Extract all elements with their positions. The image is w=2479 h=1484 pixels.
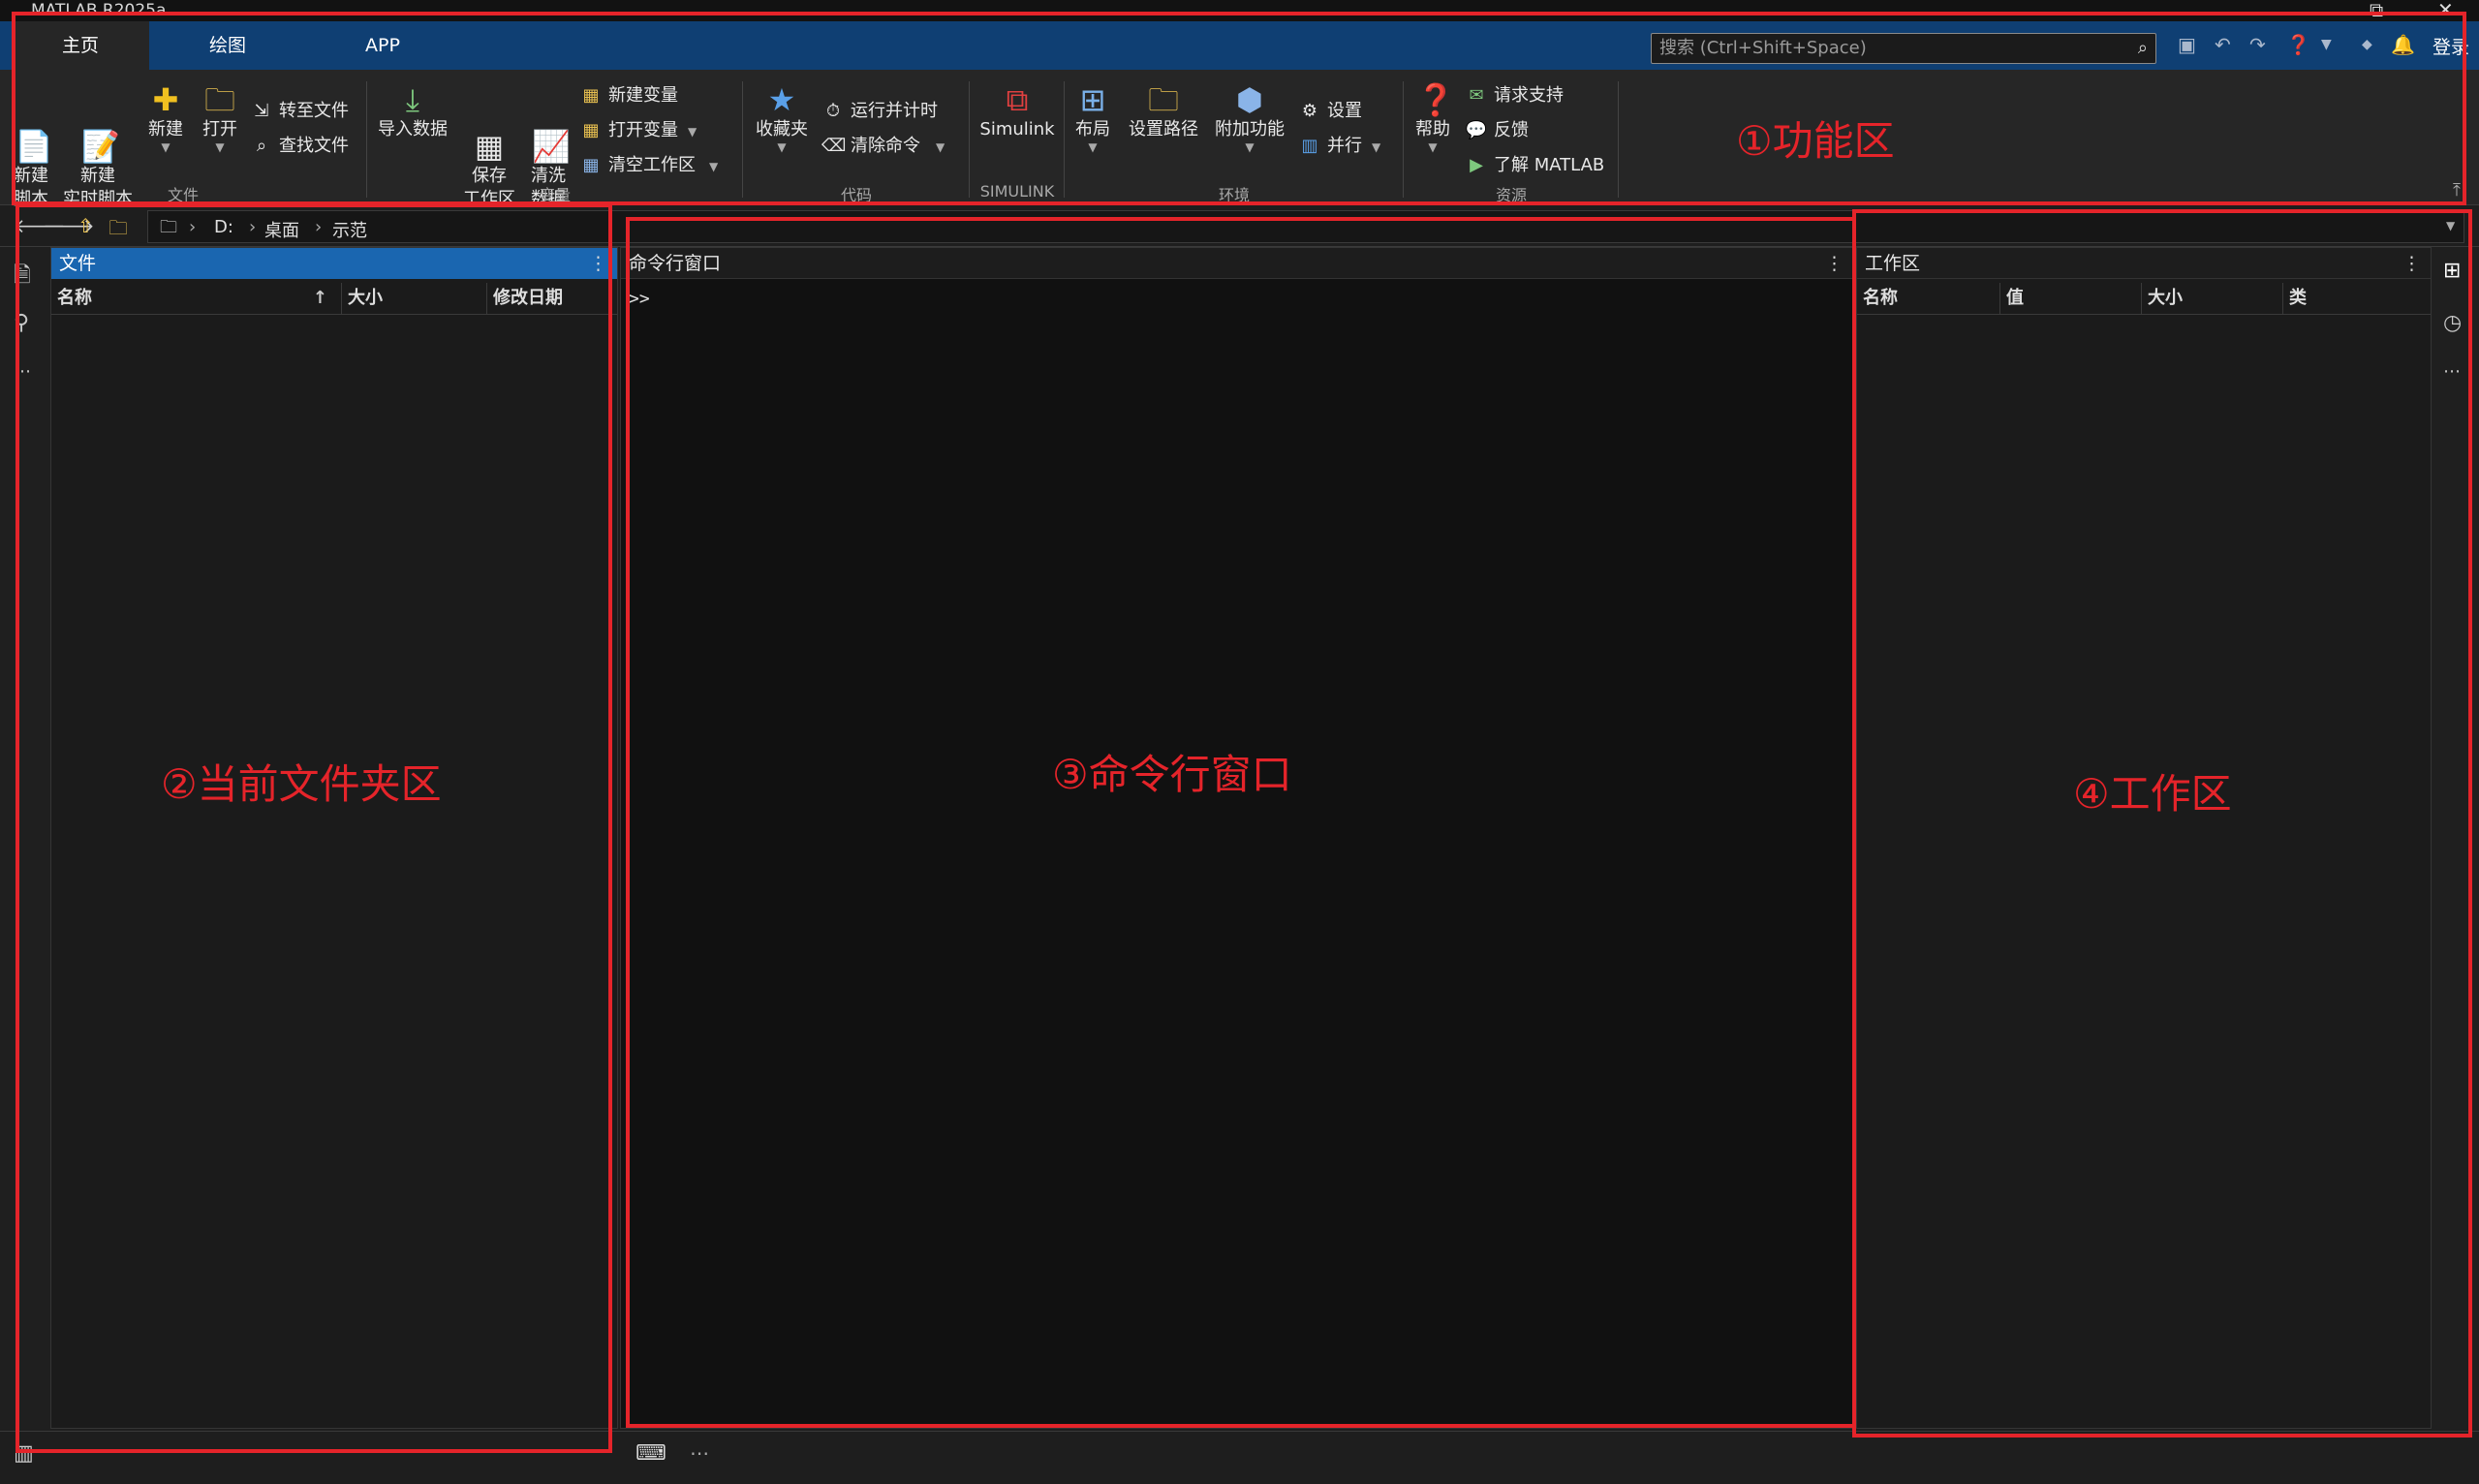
annotation-box-ribbon: [12, 12, 2466, 205]
annotation-label-current-folder: ②当前文件夹区: [161, 760, 442, 808]
annotation-box-current-folder: [15, 203, 612, 1453]
command-window-toggle-icon[interactable]: ⌨: [635, 1441, 666, 1466]
annotation-label-workspace: ④工作区: [2073, 770, 2232, 818]
annotation-label-ribbon: ①功能区: [1736, 117, 1895, 165]
annotation-box-command-window: [626, 217, 1856, 1428]
more-dots-icon[interactable]: ⋯: [690, 1441, 709, 1465]
annotation-box-workspace: [1852, 209, 2472, 1438]
annotation-label-command-window: ③命令行窗口: [1052, 751, 1292, 798]
